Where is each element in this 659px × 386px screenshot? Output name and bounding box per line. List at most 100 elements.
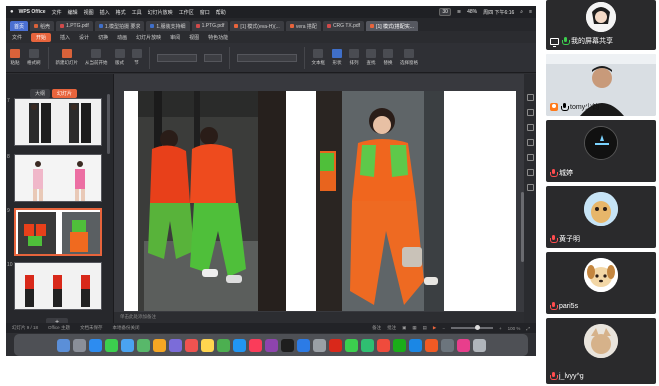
menu-insert[interactable]: 插入	[100, 9, 110, 16]
ribbon-tab-slideshow[interactable]: 幻灯片放映	[136, 34, 161, 41]
photos-icon[interactable]	[152, 338, 166, 352]
comment-toggle[interactable]: 批注	[387, 325, 396, 331]
ribbon-tab-design[interactable]: 设计	[79, 34, 89, 41]
notes-icon[interactable]	[200, 338, 214, 352]
ribbon-tab-view[interactable]: 视图	[189, 34, 199, 41]
wechat-icon[interactable]	[344, 338, 358, 352]
participant-tile[interactable]: 黄子明	[546, 186, 656, 248]
facetime-icon[interactable]	[168, 338, 182, 352]
app-icon[interactable]	[456, 338, 470, 352]
find-button[interactable]: 查找	[366, 49, 376, 66]
menu-format[interactable]: 格式	[116, 9, 126, 16]
new-slide-button[interactable]: 新建幻灯片	[56, 49, 78, 66]
play-from-current-button[interactable]: 从当前开始	[85, 49, 108, 66]
netease-music-icon[interactable]	[376, 338, 390, 352]
transition-icon[interactable]	[526, 139, 534, 146]
launchpad-icon[interactable]	[72, 338, 86, 352]
tab-document-active[interactable]: [1] 模式(搭配实...	[366, 21, 418, 31]
menu-workspace[interactable]: 工作区	[179, 9, 194, 16]
tencent-video-icon[interactable]	[408, 338, 422, 352]
maps-icon[interactable]	[136, 338, 150, 352]
ribbon-tab-review[interactable]: 审阅	[170, 34, 180, 41]
properties-icon[interactable]	[526, 94, 534, 101]
ribbon-tab-animation[interactable]: 动画	[117, 34, 127, 41]
menu-window[interactable]: 窗口	[200, 9, 210, 16]
menu-app-name[interactable]: WPS Office	[19, 9, 46, 15]
animation-icon[interactable]	[526, 124, 534, 131]
messages-icon[interactable]	[104, 338, 118, 352]
apple-icon[interactable]: ●	[10, 9, 14, 15]
ribbon-tab-transition[interactable]: 切换	[98, 34, 108, 41]
tab-outline[interactable]: 大纲	[30, 89, 51, 98]
trash-icon[interactable]	[472, 338, 486, 352]
dingtalk-icon[interactable]	[424, 338, 438, 352]
participant-tile[interactable]: tomy少钧	[546, 54, 656, 116]
mail-icon[interactable]	[120, 338, 134, 352]
search-icon[interactable]: ⌕	[520, 9, 523, 15]
paragraph-tools[interactable]	[236, 53, 297, 62]
menu-slideshow[interactable]: 幻灯片放映	[148, 9, 173, 16]
music-icon[interactable]	[248, 338, 262, 352]
selection-pane-button[interactable]: 选择窗格	[400, 49, 418, 66]
podcasts-icon[interactable]	[264, 338, 278, 352]
zoom-level[interactable]: 100 %	[508, 326, 521, 331]
play-slideshow-icon[interactable]: ▶	[433, 325, 436, 331]
menu-edit[interactable]: 编辑	[68, 9, 78, 16]
menu-help[interactable]: 帮助	[216, 9, 226, 16]
menu-clock[interactable]: 周四 下午6:16	[483, 9, 514, 16]
font-family-select[interactable]	[156, 53, 197, 62]
slide-thumbnail[interactable]	[14, 98, 102, 146]
participant-tile[interactable]: 我的屏幕共享	[546, 0, 656, 50]
slide-thumbnail-selected[interactable]	[14, 208, 102, 256]
ribbon-tab-features[interactable]: 特色功能	[208, 34, 228, 41]
backup-status[interactable]: 本地备份关闭	[112, 325, 139, 331]
menu-view[interactable]: 视图	[84, 9, 94, 16]
shapes-button[interactable]: 形状	[332, 49, 342, 66]
paste-button[interactable]: 粘贴	[10, 49, 20, 66]
tab-docer[interactable]: 稻壳	[30, 21, 55, 31]
section-button[interactable]: 节	[131, 49, 142, 66]
tab-document[interactable]: 1.PTG.pdf	[191, 21, 229, 31]
participant-tile[interactable]: pari5s	[546, 252, 656, 314]
format-icon[interactable]	[526, 109, 534, 116]
thumbnail-scrollbar[interactable]	[107, 94, 110, 154]
zoom-slider-knob[interactable]	[474, 325, 480, 330]
appstore-icon[interactable]	[232, 338, 246, 352]
zoom-out-icon[interactable]: −	[442, 326, 445, 331]
slide-thumbnail[interactable]	[14, 262, 102, 310]
notes-toggle[interactable]: 备注	[372, 325, 381, 331]
calendar-icon[interactable]	[184, 338, 198, 352]
meeting-app-icon[interactable]	[360, 338, 374, 352]
fit-window-icon[interactable]: ⤢	[526, 326, 530, 331]
help-icon[interactable]	[526, 184, 534, 191]
appletv-icon[interactable]	[280, 338, 294, 352]
preview-icon[interactable]	[440, 338, 454, 352]
settings-icon[interactable]	[526, 154, 534, 161]
safari-icon[interactable]	[88, 338, 102, 352]
textbox-button[interactable]: 文本框	[312, 49, 325, 66]
wps-icon[interactable]	[328, 338, 342, 352]
wifi-icon[interactable]: ≋	[457, 9, 461, 15]
finder-icon[interactable]	[56, 338, 70, 352]
meeting-share-badge[interactable]: 30	[439, 8, 451, 16]
arrange-button[interactable]: 排列	[349, 49, 359, 66]
sorter-view-icon[interactable]: ▦	[412, 325, 416, 331]
tab-home[interactable]: 首页	[10, 21, 29, 31]
slide-thumbnail[interactable]	[14, 154, 102, 202]
zoom-slider[interactable]	[450, 325, 493, 330]
participant-tile[interactable]: j_lvyy^g	[546, 318, 656, 384]
ribbon-tab-insert[interactable]: 插入	[60, 34, 70, 41]
replace-button[interactable]: 替换	[383, 49, 393, 66]
settings-app-icon[interactable]	[312, 338, 326, 352]
format-painter-button[interactable]: 格式刷	[27, 49, 41, 66]
menu-tools[interactable]: 工具	[132, 9, 142, 16]
tab-document[interactable]: 1.PTG.pdf	[56, 21, 93, 31]
normal-view-icon[interactable]: ▣	[402, 325, 406, 331]
share-icon[interactable]	[526, 169, 534, 176]
notes-pane[interactable]: 单击此处添加备注	[114, 312, 524, 323]
zoom-in-icon[interactable]: +	[499, 326, 502, 331]
tab-document[interactable]: 1.模型拍摄 要求	[94, 21, 145, 31]
tab-document[interactable]: [1] 模式(eva-H)(...	[230, 21, 284, 31]
control-center-icon[interactable]: ≡	[529, 9, 532, 15]
reading-view-icon[interactable]: ▤	[423, 325, 427, 331]
